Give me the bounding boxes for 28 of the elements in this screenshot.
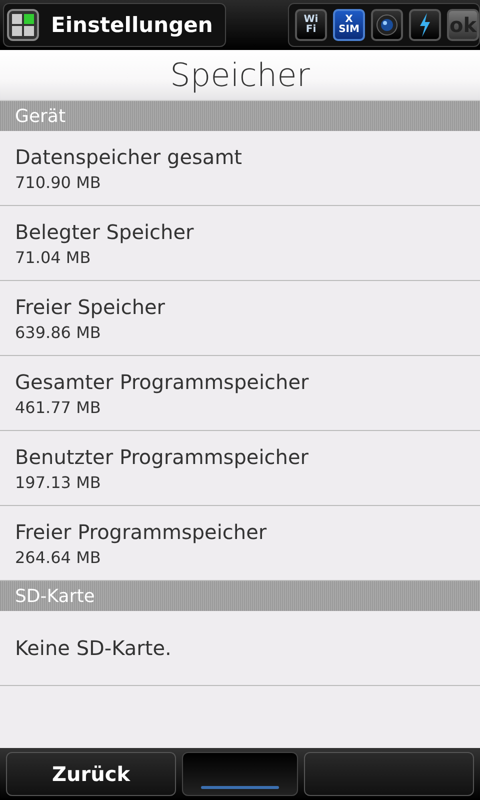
item-label: Freier Speicher xyxy=(15,294,166,318)
app-title: Einstellungen xyxy=(51,13,213,37)
item-label: Benutzter Programmspeicher xyxy=(15,444,310,468)
back-button[interactable]: Zurück xyxy=(6,752,176,796)
item-value: 71.04 MB xyxy=(15,248,92,266)
center-button[interactable] xyxy=(182,752,298,796)
item-value: 197.13 MB xyxy=(15,472,102,492)
wifi-button[interactable]: Wi Fi xyxy=(295,9,327,41)
item-value: 639.86 MB xyxy=(15,322,102,342)
page-title: Speicher xyxy=(0,50,480,101)
right-button[interactable] xyxy=(304,752,474,796)
lightning-icon xyxy=(417,13,433,37)
item-label: Freier Programmspeicher xyxy=(15,520,268,544)
start-button[interactable]: Einstellungen xyxy=(3,3,226,47)
start-icon xyxy=(7,9,39,41)
item-value: 264.64 MB xyxy=(15,548,102,566)
item-label: Keine SD-Karte. xyxy=(15,636,172,660)
power-button[interactable] xyxy=(409,9,441,41)
section-header: Gerät xyxy=(0,101,480,131)
sim-button[interactable]: X SIM xyxy=(333,9,365,41)
section-header: SD-Karte xyxy=(0,581,480,611)
item-value: 710.90 MB xyxy=(15,172,102,192)
camera-button[interactable] xyxy=(371,9,403,41)
item-value: 461.77 MB xyxy=(15,398,102,416)
camera-icon xyxy=(376,14,398,36)
item-label: Belegter Speicher xyxy=(15,220,195,244)
item-label: Datenspeicher gesamt xyxy=(15,144,244,168)
item-label: Gesamter Programmspeicher xyxy=(15,370,310,394)
